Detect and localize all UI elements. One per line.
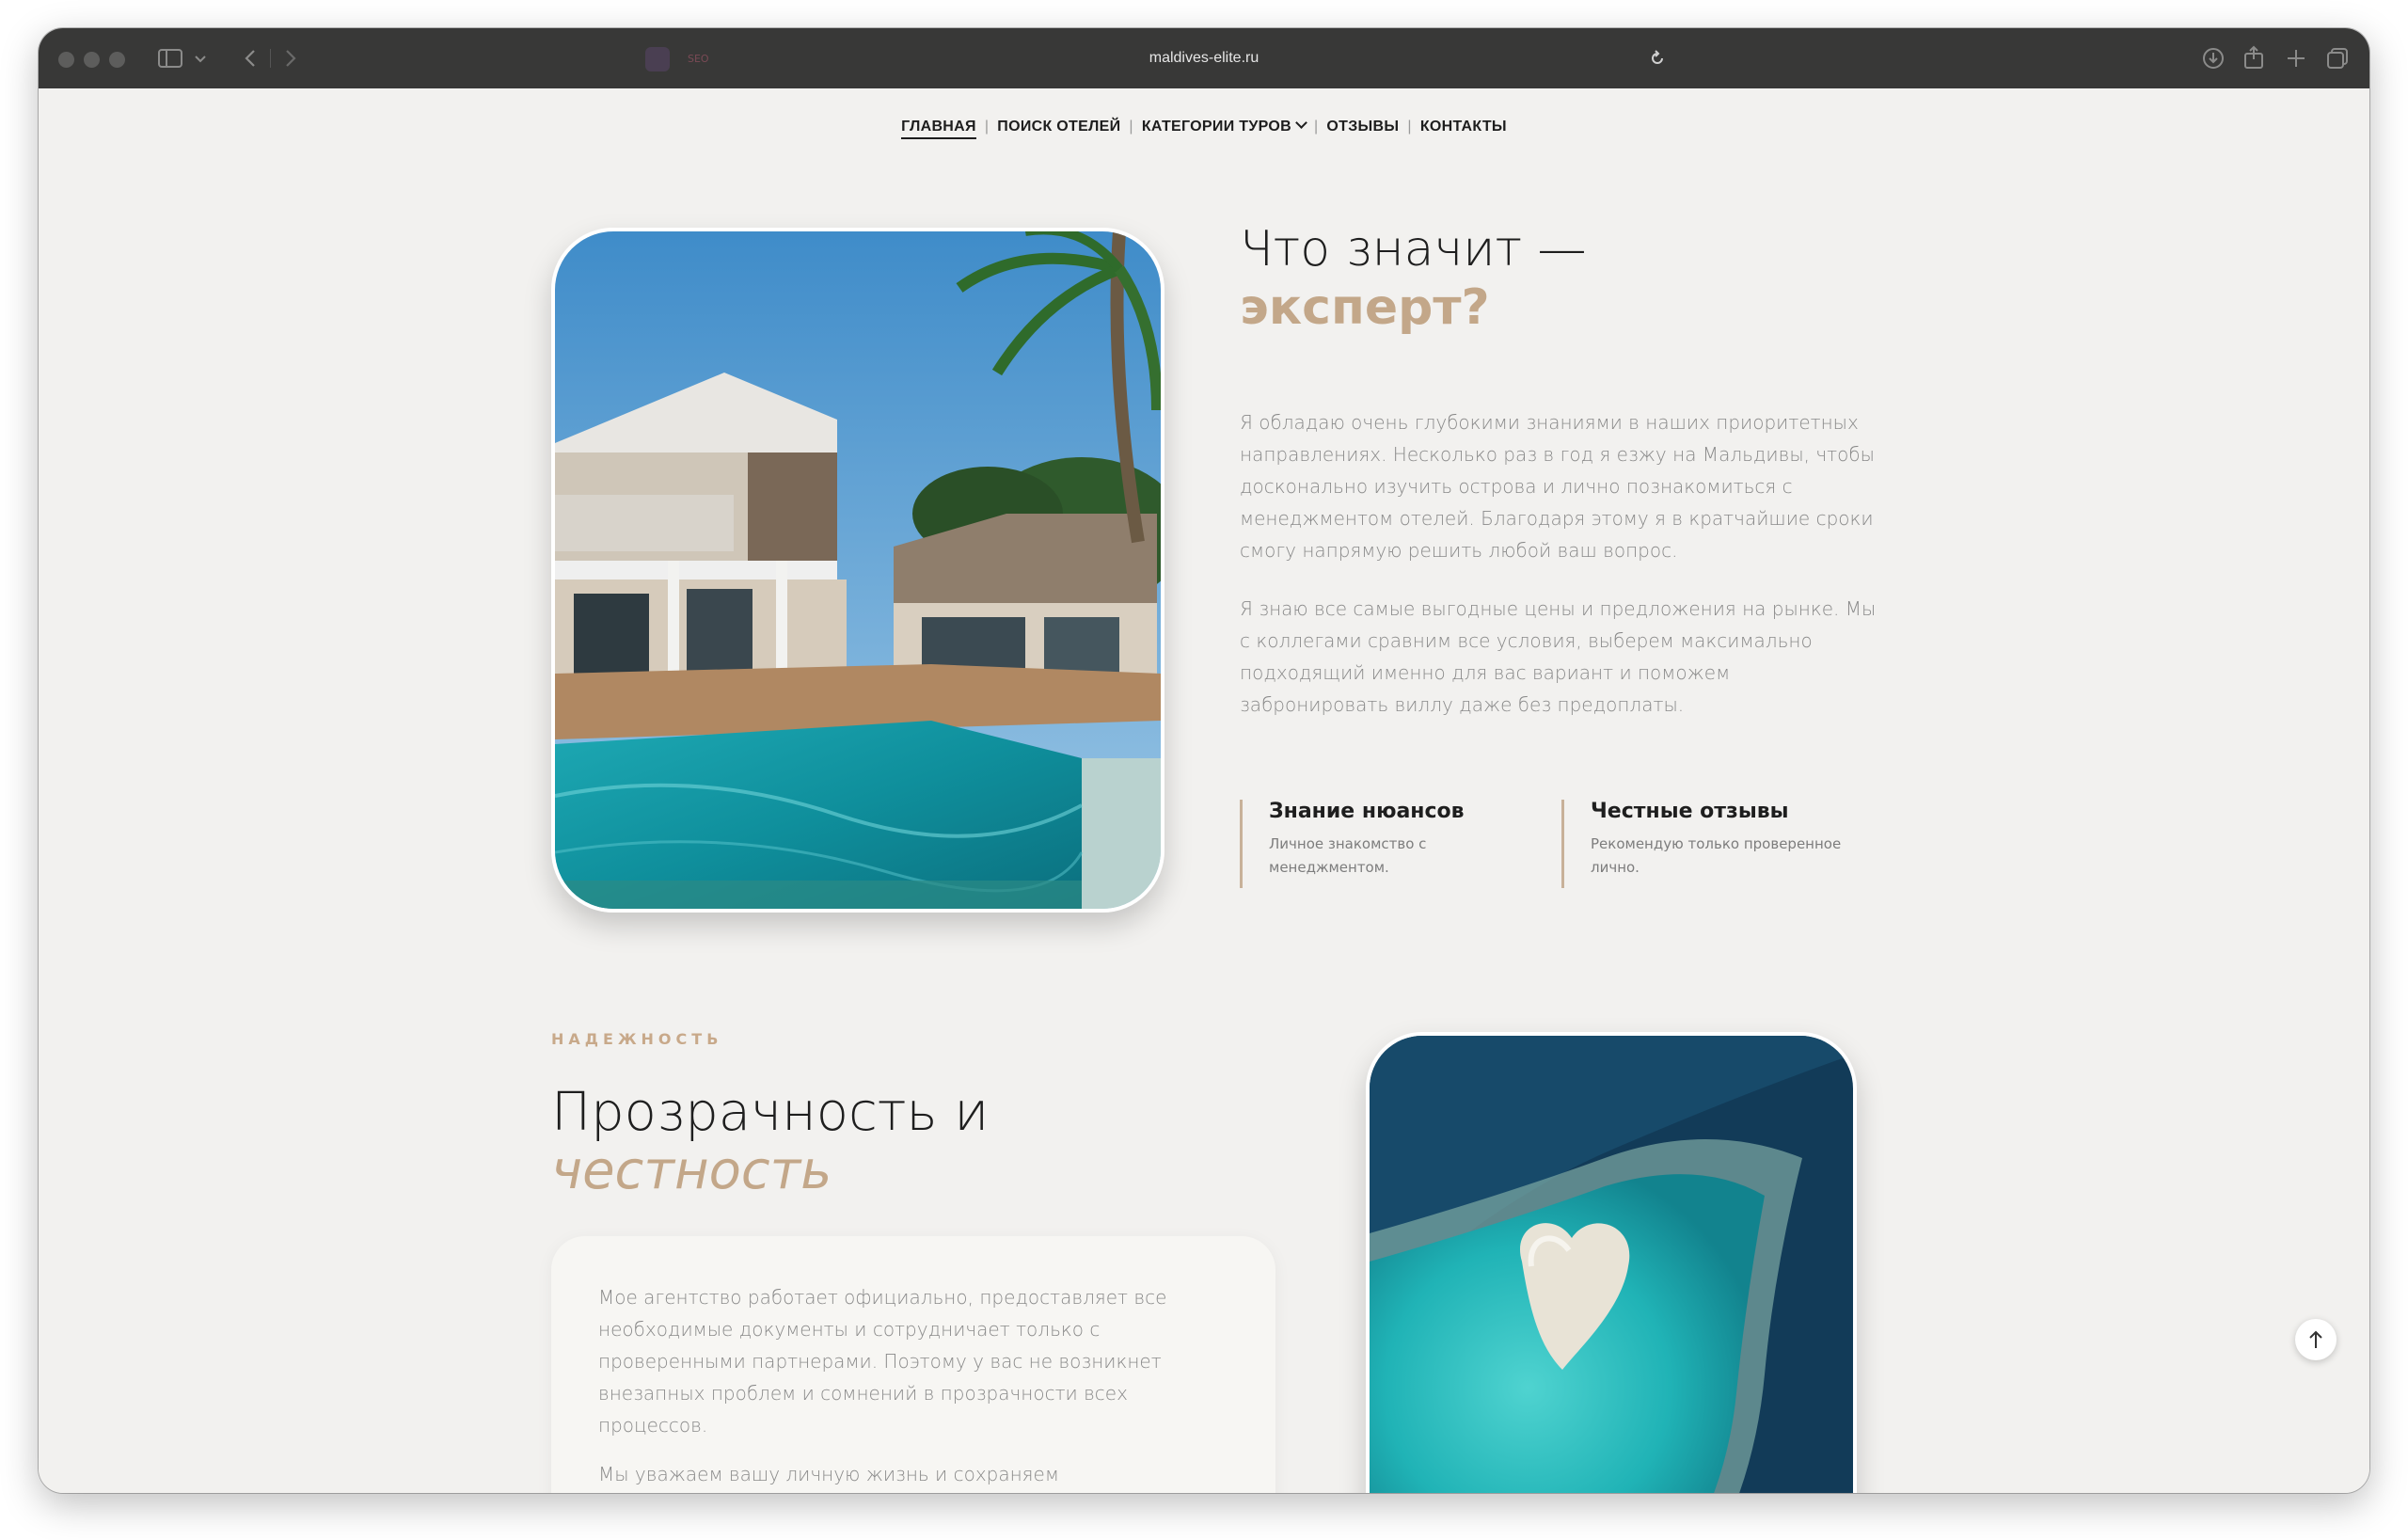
text-line: направлениях. Несколько раз в год я езжу… bbox=[1240, 443, 1875, 466]
nav-tour-categories[interactable]: КАТЕГОРИИ ТУРОВ bbox=[1141, 117, 1307, 135]
nav-home[interactable]: ГЛАВНАЯ bbox=[901, 119, 976, 139]
nav-separator: | bbox=[984, 119, 990, 135]
text-line: смогу напрямую решить любой ваш вопрос. bbox=[1240, 539, 1678, 562]
text-line: проверенными партнерами. Поэтому у вас н… bbox=[598, 1350, 1162, 1373]
text-line: Рекомендую только проверенное bbox=[1591, 835, 1842, 852]
section-eyebrow: НАДЕЖНОСТЬ bbox=[551, 1030, 723, 1048]
text-line: лично. bbox=[1591, 859, 1640, 876]
feature-title: Честные отзывы bbox=[1591, 800, 1789, 823]
nav-separator: | bbox=[1407, 119, 1412, 135]
text-line: подходящий именно для вас вариант и помо… bbox=[1240, 661, 1731, 684]
page-content: ГЛАВНАЯ | ПОИСК ОТЕЛЕЙ | КАТЕГОРИИ ТУРОВ | ОТЗ… bbox=[39, 88, 2369, 1493]
text-line: Личное знакомство с bbox=[1269, 835, 1427, 852]
reliability-title-accent: честность bbox=[551, 1140, 832, 1201]
text-line: процессов. bbox=[598, 1414, 708, 1437]
nav-contacts[interactable]: КОНТАКТЫ bbox=[1420, 119, 1507, 135]
feature-description: Личное знакомство с менеджментом. bbox=[1269, 833, 1532, 880]
text-line: Я обладаю очень глубокими знаниями в наш… bbox=[1240, 411, 1859, 434]
text-line: необходимые документы и сотрудничает тол… bbox=[598, 1318, 1101, 1341]
feature-nuances: Знание нюансов Личное знакомство с менед… bbox=[1240, 800, 1532, 888]
reliability-title: Прозрачность и честность bbox=[551, 1084, 989, 1200]
expert-title: Что значит — эксперт? bbox=[1240, 220, 1587, 337]
nav-tour-categories-label: КАТЕГОРИИ ТУРОВ bbox=[1141, 119, 1291, 135]
arrow-up-icon bbox=[2309, 1330, 2322, 1348]
reliability-card: Мое агентство работает официально, предо… bbox=[551, 1236, 1275, 1493]
nav-separator: | bbox=[1313, 119, 1319, 135]
download-icon[interactable] bbox=[2202, 47, 2225, 70]
text-line: Мое агентство работает официально, предо… bbox=[598, 1286, 1167, 1309]
reliability-title-line1: Прозрачность и bbox=[551, 1082, 990, 1143]
text-line: менеджментом. bbox=[1269, 859, 1389, 876]
reliability-card-text: Мое агентство работает официально, предо… bbox=[598, 1281, 1238, 1490]
tabs-overview-icon[interactable] bbox=[2326, 47, 2349, 70]
browser-window: SEO maldives-elite.ru ГЛАВНАЯ | ПОИСК ОТ… bbox=[39, 28, 2369, 1493]
feature-description: Рекомендую только проверенное лично. bbox=[1591, 833, 1873, 880]
feature-title: Знание нюансов bbox=[1269, 800, 1465, 823]
reload-icon[interactable] bbox=[1649, 50, 1666, 67]
text-line: забронировать виллу даже без предоплаты. bbox=[1240, 693, 1685, 716]
text-line: с коллегами сравним все условия, выберем… bbox=[1240, 629, 1813, 652]
nav-separator: | bbox=[1129, 119, 1133, 135]
new-tab-icon[interactable] bbox=[2286, 48, 2306, 69]
address-bar-url[interactable]: maldives-elite.ru bbox=[39, 50, 2369, 67]
text-line: менеджментом отелей. Благодаря этому я в… bbox=[1240, 507, 1874, 530]
expert-title-accent: эксперт? bbox=[1240, 279, 1490, 336]
text-line: Мы уважаем вашу личную жизнь и сохраняем bbox=[598, 1463, 1059, 1485]
scroll-to-top-button[interactable] bbox=[2295, 1319, 2337, 1360]
share-icon[interactable] bbox=[2243, 45, 2264, 70]
nav-reviews[interactable]: ОТЗЫВЫ bbox=[1326, 119, 1399, 135]
main-navigation: ГЛАВНАЯ | ПОИСК ОТЕЛЕЙ | КАТЕГОРИИ ТУРОВ | ОТЗ… bbox=[39, 117, 2369, 139]
expert-title-line1: Что значит — bbox=[1240, 221, 1587, 278]
text-line: Я знаю все самые выгодные цены и предлож… bbox=[1240, 597, 1877, 620]
expert-paragraph-2: Я знаю все самые выгодные цены и предлож… bbox=[1240, 593, 1898, 721]
chevron-down-icon bbox=[1295, 117, 1307, 129]
heart-island-photo bbox=[1366, 1032, 1857, 1493]
feature-honest-reviews: Честные отзывы Рекомендую только провере… bbox=[1561, 800, 1873, 888]
villa-photo bbox=[551, 228, 1164, 913]
nav-hotel-search[interactable]: ПОИСК ОТЕЛЕЙ bbox=[997, 119, 1120, 135]
text-line: досконально изучить острова и лично позн… bbox=[1240, 475, 1793, 498]
browser-toolbar: SEO maldives-elite.ru bbox=[39, 28, 2369, 89]
text-line: внезапных проблем и сомнений в прозрачно… bbox=[598, 1382, 1128, 1405]
expert-paragraph-1: Я обладаю очень глубокими знаниями в наш… bbox=[1240, 406, 1898, 566]
